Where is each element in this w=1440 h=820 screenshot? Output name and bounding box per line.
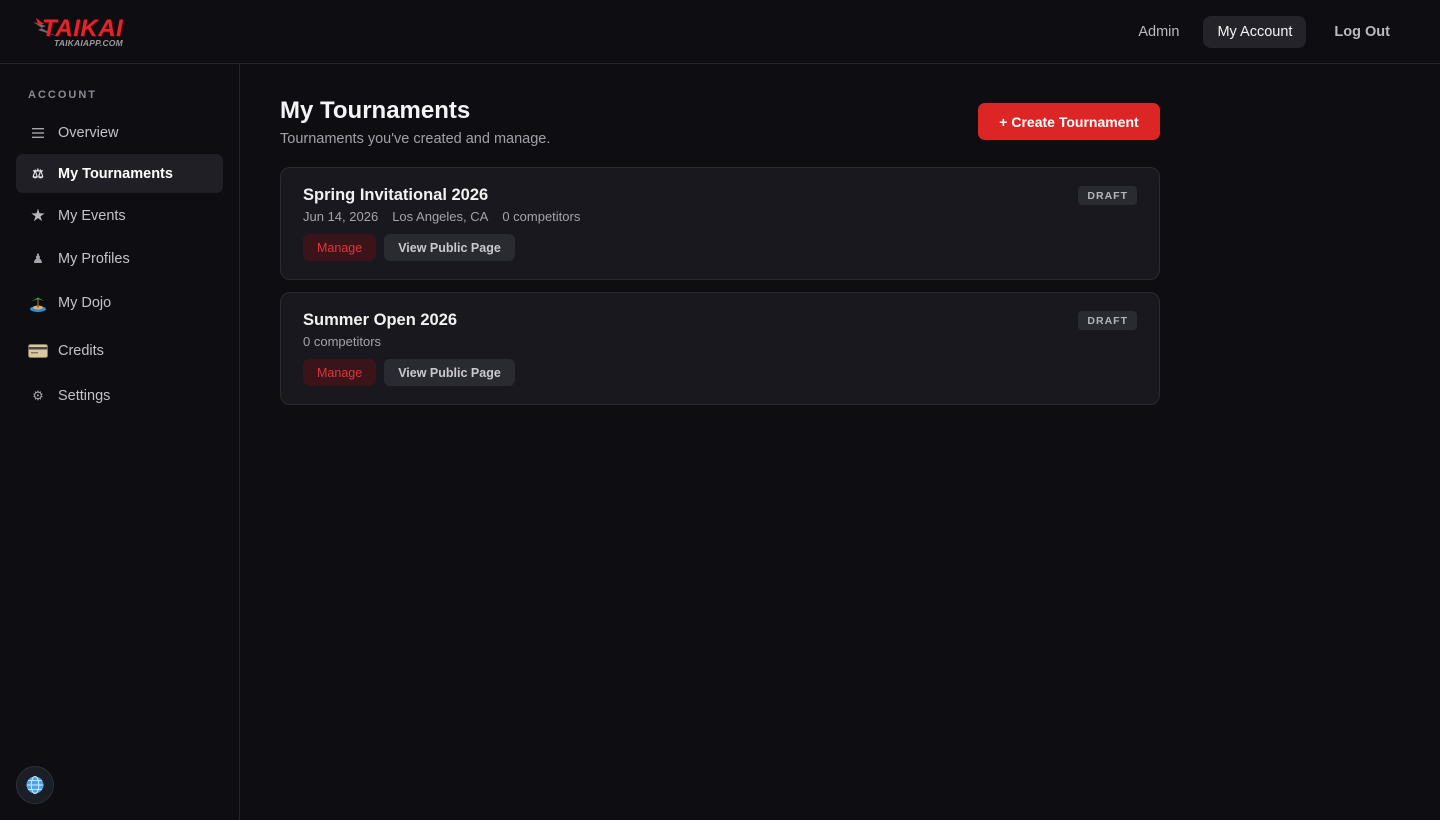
tournament-card: Summer Open 2026 0 competitors DRAFT Man… (280, 292, 1160, 405)
top-header: TAIKAI TAIKAIAPP.COM Admin My Account Lo… (0, 0, 1440, 64)
status-badge: DRAFT (1078, 186, 1137, 205)
sidebar-item-label: My Tournaments (58, 165, 173, 182)
sidebar: ACCOUNT Overview ⚖ My Tournaments ★ My E… (0, 64, 240, 820)
island-icon (28, 293, 48, 313)
person-icon: ♟ (32, 250, 44, 266)
manage-button[interactable]: Manage (303, 234, 377, 261)
tournament-location: Los Angeles, CA (392, 209, 489, 224)
globe-icon (26, 776, 44, 794)
sidebar-item-label: Settings (58, 387, 111, 404)
sidebar-item-my-events[interactable]: ★ My Events (16, 196, 223, 235)
logo-subtext: TAIKAIAPP.COM (54, 38, 123, 48)
sidebar-item-label: Credits (58, 342, 104, 359)
sidebar-item-label: Overview (58, 124, 119, 141)
main-content: My Tournaments Tournaments you've create… (241, 65, 1440, 820)
sidebar-item-my-profiles[interactable]: ♟ My Profiles (16, 239, 223, 278)
view-public-page-button[interactable]: View Public Page (384, 359, 515, 386)
nav-my-account[interactable]: My Account (1203, 16, 1307, 48)
create-tournament-button[interactable]: + Create Tournament (978, 103, 1160, 140)
tournament-competitors: 0 competitors (502, 209, 581, 224)
sidebar-item-label: My Profiles (58, 250, 130, 267)
tournament-card: Spring Invitational 2026 Jun 14, 2026 Lo… (280, 167, 1160, 280)
tournament-name: Summer Open 2026 (303, 311, 458, 329)
sidebar-item-settings[interactable]: ⚙ Settings (16, 376, 223, 415)
sidebar-item-my-tournaments[interactable]: ⚖ My Tournaments (16, 154, 223, 193)
sidebar-item-credits[interactable]: Credits (16, 331, 223, 370)
list-icon (28, 123, 48, 143)
gear-icon: ⚙ (32, 387, 44, 403)
sidebar-heading: ACCOUNT (28, 89, 97, 101)
nav-admin[interactable]: Admin (1124, 16, 1193, 48)
tournament-competitors: 0 competitors (303, 334, 382, 349)
status-badge: DRAFT (1078, 311, 1137, 330)
taikai-logo[interactable]: TAIKAI TAIKAIAPP.COM (32, 14, 156, 50)
top-nav: Admin My Account Log Out (1124, 16, 1404, 48)
scales-icon: ⚖ (32, 165, 44, 181)
star-icon: ★ (30, 205, 46, 225)
tournament-meta: 0 competitors (303, 334, 381, 349)
language-button[interactable] (16, 766, 54, 804)
sidebar-item-my-dojo[interactable]: My Dojo (16, 283, 223, 322)
card-actions: Manage View Public Page (303, 359, 515, 386)
sidebar-item-overview[interactable]: Overview (16, 113, 223, 152)
nav-log-out[interactable]: Log Out (1320, 16, 1404, 48)
tournament-name: Spring Invitational 2026 (303, 186, 489, 204)
sidebar-item-label: My Dojo (58, 294, 112, 311)
card-icon (28, 341, 48, 361)
sidebar-item-label: My Events (58, 207, 126, 224)
manage-button[interactable]: Manage (303, 359, 377, 386)
tournament-meta: Jun 14, 2026 Los Angeles, CA 0 competito… (303, 209, 580, 224)
page-title: My Tournaments (280, 97, 471, 124)
card-actions: Manage View Public Page (303, 234, 515, 261)
tournament-date: Jun 14, 2026 (303, 209, 379, 224)
view-public-page-button[interactable]: View Public Page (384, 234, 515, 261)
page-subtitle: Tournaments you've created and manage. (280, 131, 551, 147)
